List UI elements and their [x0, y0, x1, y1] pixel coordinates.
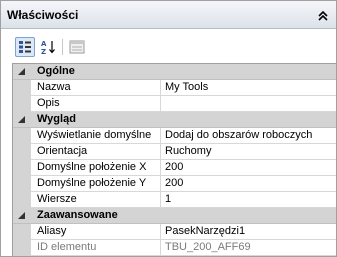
- property-value[interactable]: 200: [165, 161, 335, 173]
- category-label: Ogólne: [37, 65, 75, 77]
- property-row-description[interactable]: Opis: [13, 96, 336, 112]
- property-name: Orientacja: [37, 145, 88, 157]
- property-row-rows[interactable]: Wiersze 1: [13, 192, 336, 208]
- property-row-aliases[interactable]: Aliasy PasekNarzędzi1: [13, 224, 336, 240]
- property-name: Opis: [37, 97, 60, 109]
- property-name: Domyślne położenie Y: [37, 177, 147, 189]
- property-pages-icon[interactable]: [67, 37, 87, 57]
- property-row-element-id[interactable]: ID elementu TBU_200_AFF69: [13, 240, 336, 256]
- properties-palette: Właściwości A Z Ogólne Nazwa My Tools Op…: [0, 0, 337, 257]
- double-chevron-up-icon[interactable]: [315, 8, 331, 23]
- property-value[interactable]: My Tools: [165, 81, 335, 93]
- categorized-view-icon[interactable]: [15, 37, 35, 57]
- property-name: ID elementu: [37, 241, 97, 253]
- category-appearance[interactable]: Wygląd: [13, 112, 336, 128]
- property-value[interactable]: PasekNarzędzi1: [165, 225, 335, 237]
- property-value[interactable]: 200: [165, 177, 335, 189]
- property-name: Wiersze: [37, 193, 77, 205]
- property-name: Nazwa: [37, 81, 71, 93]
- property-row-default-x[interactable]: Domyślne położenie X 200: [13, 160, 336, 176]
- property-name: Domyślne położenie X: [37, 161, 147, 173]
- toolbar-separator: [62, 39, 63, 55]
- svg-text:A: A: [41, 40, 47, 48]
- palette-titlebar[interactable]: Właściwości: [1, 1, 336, 29]
- category-label: Zaawansowane: [37, 209, 118, 221]
- property-value[interactable]: Ruchomy: [165, 145, 335, 157]
- property-grid: Ogólne Nazwa My Tools Opis Wygląd Wyświe…: [12, 63, 336, 256]
- property-row-default-display[interactable]: Wyświetlanie domyślne Dodaj do obszarów …: [13, 128, 336, 144]
- property-row-name[interactable]: Nazwa My Tools: [13, 80, 336, 96]
- svg-text:Z: Z: [41, 48, 46, 55]
- category-advanced[interactable]: Zaawansowane: [13, 208, 336, 224]
- category-general[interactable]: Ogólne: [13, 64, 336, 80]
- category-label: Wygląd: [37, 113, 76, 125]
- properties-toolbar: A Z: [1, 29, 336, 63]
- property-name: Wyświetlanie domyślne: [37, 129, 152, 141]
- collapse-triangle-icon[interactable]: [18, 68, 25, 75]
- palette-title: Właściwości: [7, 8, 79, 22]
- property-value[interactable]: Dodaj do obszarów roboczych: [165, 129, 335, 141]
- property-value: TBU_200_AFF69: [165, 241, 251, 253]
- property-row-orientation[interactable]: Orientacja Ruchomy: [13, 144, 336, 160]
- collapse-triangle-icon[interactable]: [18, 212, 25, 219]
- property-value[interactable]: 1: [165, 193, 335, 205]
- property-row-default-y[interactable]: Domyślne położenie Y 200: [13, 176, 336, 192]
- alphabetical-sort-icon[interactable]: A Z: [38, 37, 58, 57]
- collapse-triangle-icon[interactable]: [18, 116, 25, 123]
- property-name: Aliasy: [37, 225, 67, 237]
